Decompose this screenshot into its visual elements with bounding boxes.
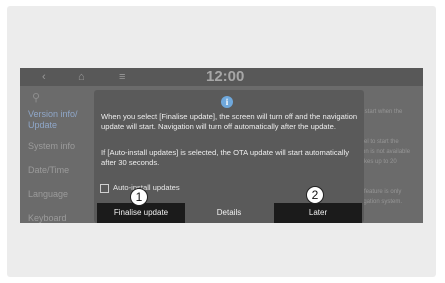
background-text-line: vigation system. xyxy=(359,199,403,205)
auto-install-checkbox[interactable] xyxy=(100,184,109,193)
head-unit-screen: ‹ ⌂ ≡ 12:00 ⚲ Version info/ Update Syste… xyxy=(20,68,423,223)
finalise-update-button[interactable]: Finalise update xyxy=(97,203,185,223)
background-text-line: tion is not available xyxy=(359,149,411,155)
dialog-message: When you select [Finalise update], the s… xyxy=(101,112,358,131)
back-icon[interactable]: ‹ xyxy=(42,68,46,86)
dialog-message-auto-install: If [Auto-install updates] is selected, t… xyxy=(101,148,350,167)
status-bar: ‹ ⌂ ≡ 12:00 xyxy=(20,68,423,86)
callout-marker-2: 2 xyxy=(306,186,324,204)
later-button[interactable]: Later xyxy=(274,203,362,223)
menu-icon[interactable]: ≡ xyxy=(119,68,125,86)
sidebar-item-date-time[interactable]: Date/Time xyxy=(28,165,69,176)
clock: 12:00 xyxy=(206,68,245,85)
sidebar-item-version-info[interactable]: Version info/ Update xyxy=(28,109,84,131)
background-text-line: atel to start the xyxy=(359,139,399,145)
sidebar-item-system-info[interactable]: System info xyxy=(28,141,75,152)
callout-marker-1: 1 xyxy=(130,188,148,206)
background-text-line: takes up to 20 xyxy=(359,159,397,165)
background-text-line: ill start when the xyxy=(359,109,403,115)
home-icon[interactable]: ⌂ xyxy=(78,68,85,86)
settings-sidebar: ⚲ Version info/ Update System info Date/… xyxy=(20,86,86,223)
sidebar-item-language[interactable]: Language xyxy=(28,189,68,200)
info-icon: i xyxy=(221,96,233,108)
search-icon[interactable]: ⚲ xyxy=(32,91,40,104)
details-button[interactable]: Details xyxy=(185,203,273,223)
background-text-line: d feature is only xyxy=(359,189,402,195)
sidebar-item-keyboard[interactable]: Keyboard xyxy=(28,213,67,223)
